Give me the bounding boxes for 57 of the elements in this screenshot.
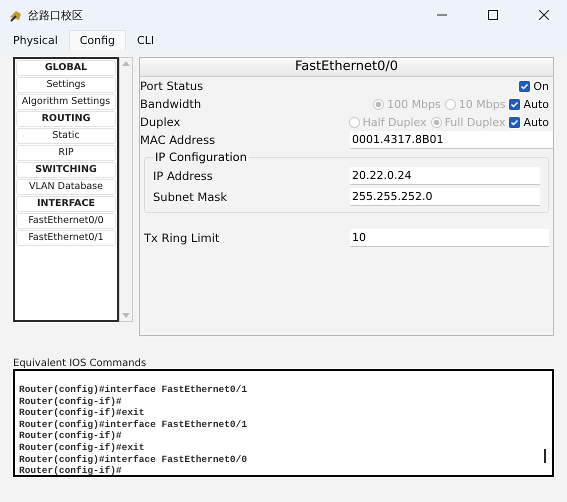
menu-item[interactable]: Static [16,128,116,144]
field-label: Port Status [140,79,204,93]
input-field[interactable]: 20.22.0.24 [350,166,540,184]
scroll-down-icon[interactable] [122,313,130,318]
menu-item[interactable]: RIP [16,145,116,161]
menu-item[interactable]: VLAN Database [16,179,116,195]
menu-header: SWITCHING [16,162,116,178]
section-label: Equivalent IOS Commands [13,358,148,369]
field-label: Duplex [140,115,182,129]
console-line: Router(config-if)#exit [19,442,146,454]
option-label: On [533,80,549,92]
menu-item[interactable]: FastEthernet0/0 [16,213,116,229]
option-label: 100 Mbps [387,98,441,110]
scrollbar[interactable] [119,57,133,322]
console-line: Router(config)#interface FastEthernet0/1 [19,418,248,430]
scroll-up-icon[interactable] [122,61,130,66]
scrollbar-thumb[interactable] [544,449,546,463]
radio-button[interactable] [373,98,384,110]
checkbox[interactable] [509,116,520,128]
maximize-icon [488,10,498,20]
input-field[interactable]: 255.255.252.0 [350,188,540,206]
checkbox[interactable] [519,80,530,92]
radio-button[interactable] [444,98,456,110]
tab[interactable]: Config [68,30,126,50]
window-title: 岔路口校区 [28,8,84,22]
menu-header: GLOBAL [16,60,116,76]
option-label: 10 Mbps [458,98,506,110]
option-label: Auto [523,98,549,110]
field-label: IP Address [153,168,214,182]
field-label: Subnet Mask [153,190,228,204]
console-line: Router(config-if)# [19,396,123,408]
input-field[interactable]: 10 [350,229,549,247]
close-icon [539,10,549,20]
console-line: Router(config-if)#exit [19,407,146,419]
radio-button[interactable] [348,116,360,128]
tab[interactable]: CLI [126,30,166,50]
group-title: IP Configuration [153,150,249,164]
input-field[interactable]: 0001.4317.8B01 [350,131,553,149]
panel-title: FastEthernet0/0 [140,58,553,77]
radio-button[interactable] [430,116,442,128]
console-line: Router(config)#interface FastEthernet0/0 [19,454,248,466]
field-label: Tx Ring Limit [144,231,220,245]
console-line: Router(config-if)# [19,465,123,475]
menu-item[interactable]: Algorithm Settings [16,94,116,110]
console-line: Router(config-if)# [19,430,123,442]
console-line: Router(config)#interface FastEthernet0/1 [19,384,248,396]
checkbox[interactable] [509,98,520,110]
option-label: Half Duplex [362,116,427,128]
menu-header: INTERFACE [16,196,116,212]
menu-item[interactable]: FastEthernet0/1 [16,230,116,246]
field-label: Bandwidth [140,97,202,111]
menu-item[interactable]: Settings [16,77,116,93]
field-label: MAC Address [140,133,216,147]
option-label: Full Duplex [444,116,506,128]
option-label: Auto [523,116,549,128]
tab[interactable]: Physical [2,30,69,50]
menu-header: ROUTING [16,111,116,127]
